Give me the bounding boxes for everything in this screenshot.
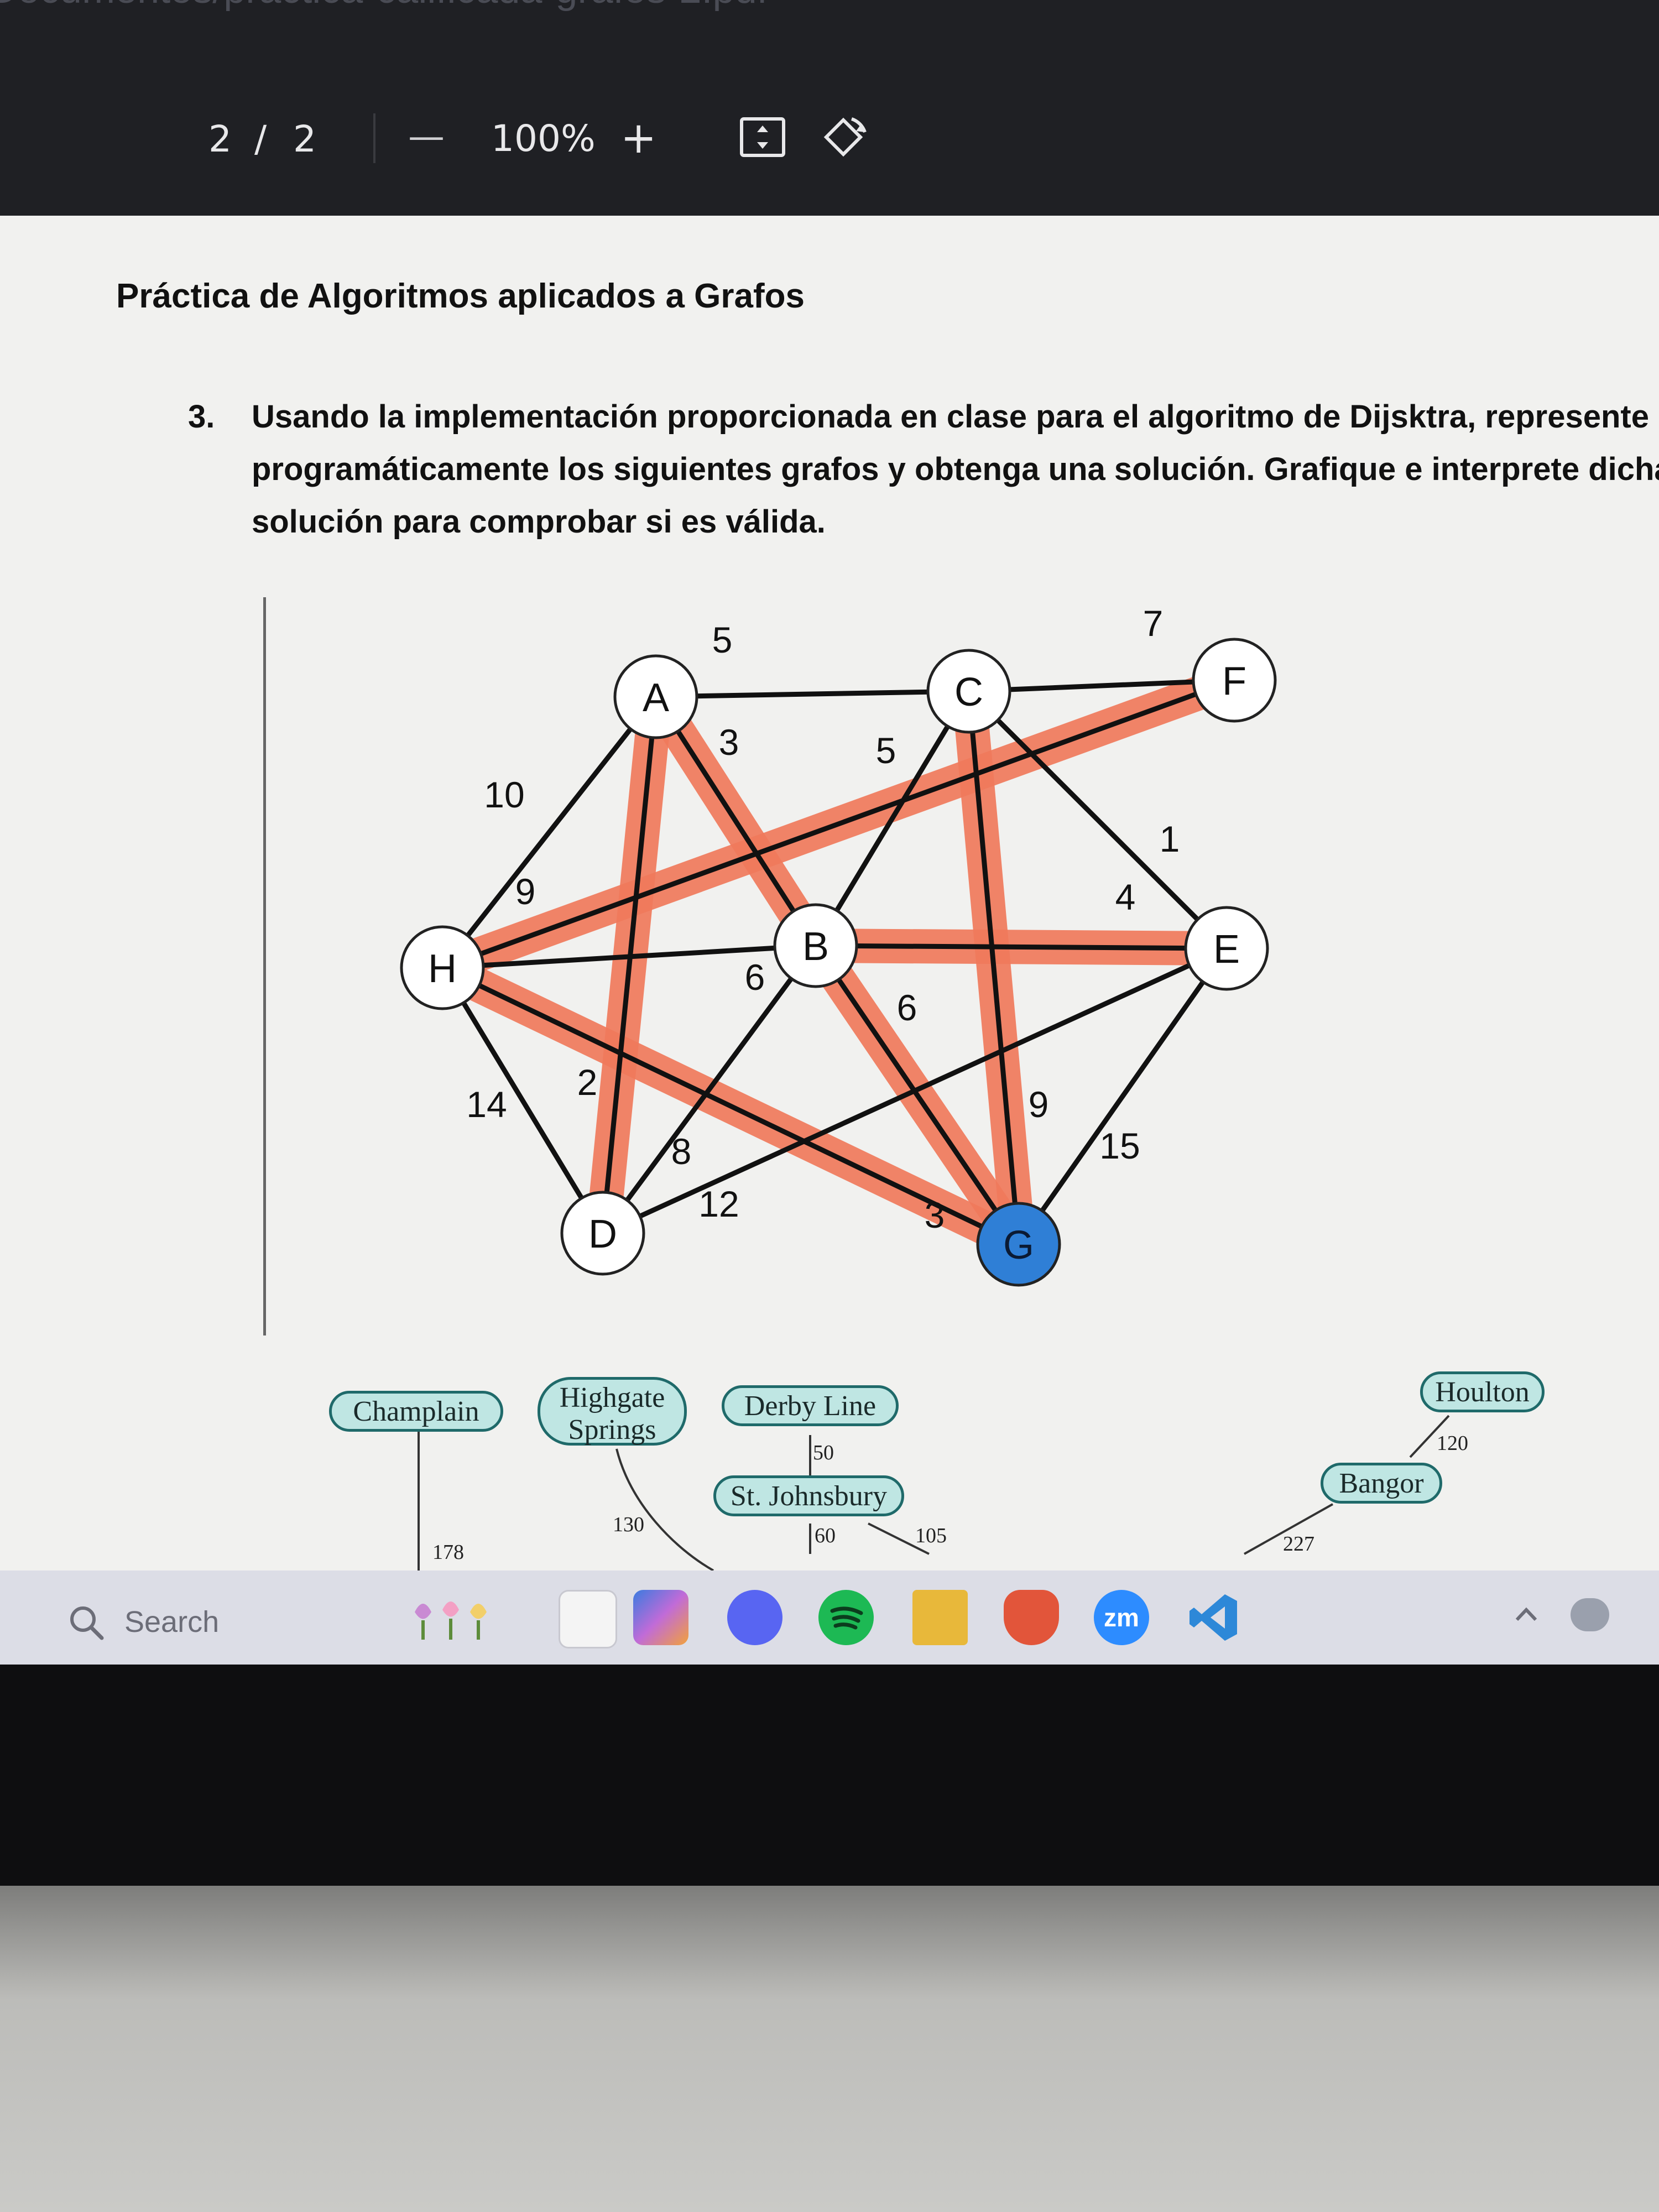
onedrive-icon[interactable] [1571,1598,1609,1631]
distance-label: 50 [813,1441,834,1464]
page-separator: / [254,118,267,160]
city-houlton: Houlton [1420,1371,1545,1412]
spotify-icon[interactable] [818,1590,874,1645]
zoom-level[interactable]: 100% [491,117,596,160]
city-highgate-springs: Highgate Springs [538,1377,687,1446]
vscode-icon[interactable] [1186,1590,1241,1645]
copilot-icon[interactable] [633,1590,688,1645]
city-st-johnsbury: St. Johnsbury [713,1475,904,1516]
folder-icon[interactable] [912,1590,968,1645]
distance-label: 178 [432,1541,464,1564]
discord-icon[interactable] [727,1590,782,1645]
rotate-button[interactable] [818,113,868,163]
rotate-icon [823,117,867,157]
fit-page-button[interactable] [738,113,788,163]
distance-label: 130 [613,1513,644,1536]
search-placeholder: Search [124,1605,220,1639]
pdf-toolbar: Documentos/practica-calificada-grafos-2.… [0,0,1659,216]
pdf-page: Práctica de Algoritmos aplicados a Grafo… [0,216,1659,1593]
city-bangor: Bangor [1321,1463,1442,1504]
tray-chevron-icon[interactable] [1512,1601,1540,1629]
city-champlain: Champlain [329,1391,503,1432]
distance-label: 227 [1283,1532,1314,1556]
zoom-in-button[interactable]: + [620,113,656,163]
search-icon [70,1606,104,1640]
zoom-icon[interactable]: zm [1094,1590,1149,1645]
zoom-out-button[interactable]: — [408,115,445,158]
file-explorer-icon[interactable] [559,1590,617,1648]
distance-label: 105 [915,1524,947,1547]
page-indicator: 2 / 2 [196,113,362,169]
vscode-shape [1190,1594,1237,1641]
monitor-bezel [0,1665,1659,1886]
brave-icon[interactable] [1004,1590,1059,1645]
distance-label: 120 [1437,1432,1468,1455]
widgets-icon[interactable] [404,1590,503,1645]
taskbar: Search zm [0,1571,1659,1665]
spotify-waves [830,1606,863,1630]
city-derby-line: Derby Line [722,1385,899,1426]
total-pages: 2 [293,118,316,160]
toolbar-divider [373,113,375,163]
fit-page-icon [740,117,785,157]
file-path: Documentos/practica-calificada-grafos-2.… [0,0,768,12]
distance-label: 60 [815,1524,836,1547]
current-page-input[interactable]: 2 [208,118,232,160]
tulip-icon [415,1601,487,1640]
desk-surface [0,1886,1659,2212]
